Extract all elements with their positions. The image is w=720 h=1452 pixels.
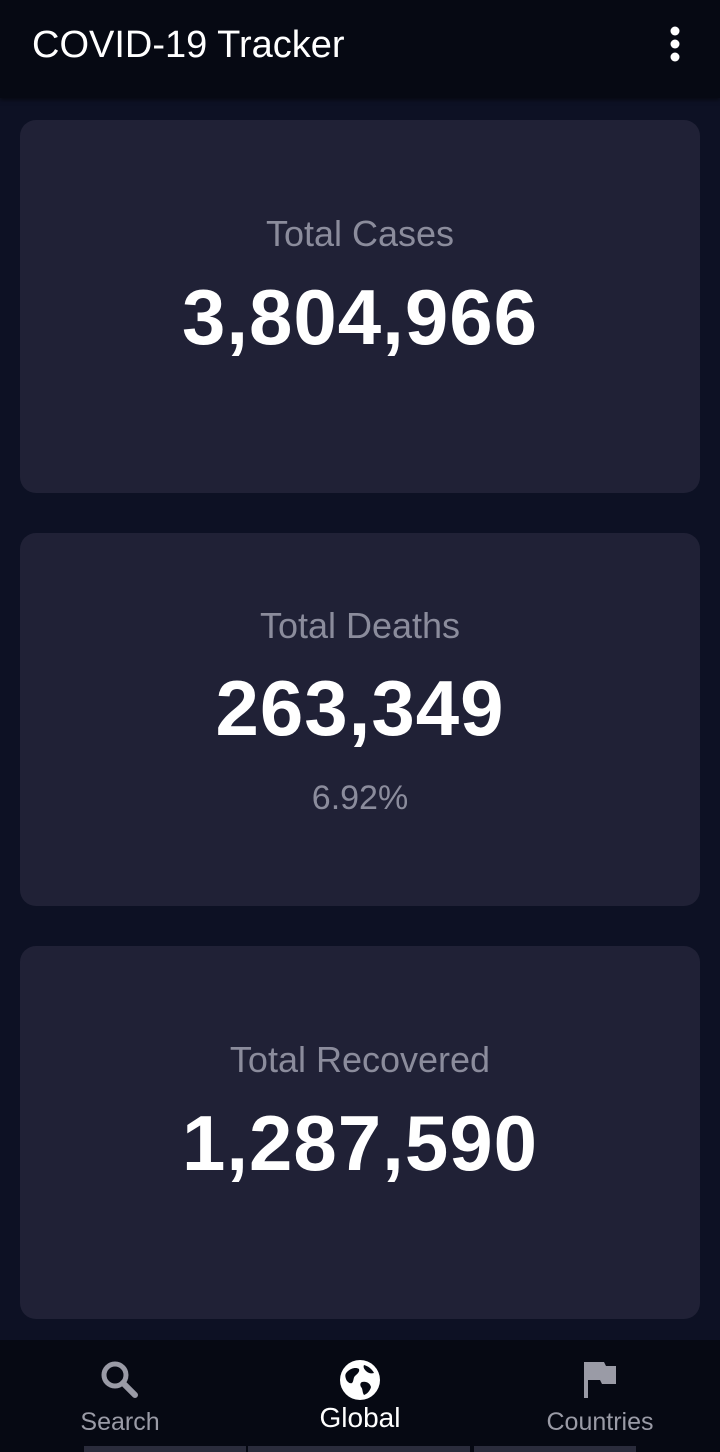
search-icon [98, 1358, 142, 1402]
nav-indicator-global [248, 1446, 470, 1452]
nav-indicator-search [84, 1446, 246, 1452]
total-recovered-label: Total Recovered [229, 1039, 491, 1080]
nav-indicator-countries [474, 1446, 636, 1452]
overflow-menu-button[interactable] [658, 24, 692, 68]
total-recovered-value: 1,287,590 [181, 1099, 538, 1187]
nav-label-global: Global [319, 1402, 401, 1433]
more-vert-icon [670, 26, 680, 62]
nav-item-global[interactable]: Global [240, 1340, 480, 1452]
total-cases-label: Total Cases [265, 213, 455, 254]
nav-label-search: Search [80, 1408, 160, 1436]
nav-item-search[interactable]: Search [0, 1340, 240, 1452]
total-cases-value: 3,804,966 [181, 273, 538, 361]
death-rate-percent: 6.92% [311, 779, 409, 817]
globe-icon [338, 1358, 382, 1402]
flag-icon [578, 1358, 622, 1402]
bottom-navigation: Search Global Countries [0, 1340, 720, 1452]
app-title: COVID-19 Tracker [32, 24, 345, 66]
nav-label-countries: Countries [546, 1408, 654, 1436]
total-deaths-label: Total Deaths [259, 605, 461, 646]
nav-item-countries[interactable]: Countries [480, 1340, 720, 1452]
app-bar: COVID-19 Tracker [0, 0, 720, 98]
total-deaths-value: 263,349 [215, 664, 505, 752]
total-deaths-card: Total Deaths 263,349 6.92% [20, 533, 700, 906]
total-cases-card: Total Cases 3,804,966 [20, 120, 700, 493]
total-recovered-card: Total Recovered 1,287,590 [20, 946, 700, 1319]
